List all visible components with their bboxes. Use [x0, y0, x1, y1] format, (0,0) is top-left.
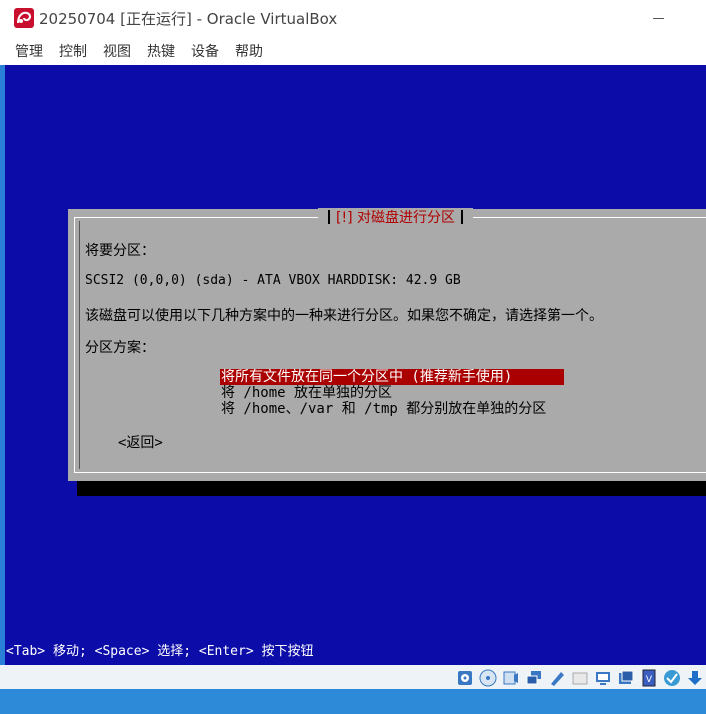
virtualbox-app-icon — [14, 8, 34, 28]
menu-devices[interactable]: 设备 — [190, 39, 220, 63]
scheme-option-all-in-one[interactable]: 将所有文件放在同一个分区中 (推荐新手使用) — [220, 369, 564, 385]
recording-icon[interactable] — [615, 667, 637, 689]
menu-manage[interactable]: 管理 — [14, 39, 44, 63]
back-button[interactable]: <返回> — [118, 432, 163, 452]
guest-additions-icon[interactable] — [661, 667, 683, 689]
network-icon[interactable] — [523, 667, 545, 689]
title-right-bar — [461, 210, 463, 224]
title-bar: 20250704 [正在运行] - Oracle VirtualBox — [0, 0, 706, 36]
usb-icon[interactable] — [546, 667, 568, 689]
scheme-option-separate-home-var-tmp[interactable]: 将 /home、/var 和 /tmp 都分别放在单独的分区 — [220, 401, 547, 417]
dialog-title: [!] 对磁盘进行分区 — [318, 208, 473, 226]
menu-hotkeys[interactable]: 热键 — [146, 39, 176, 63]
dialog-title-text: [!] 对磁盘进行分区 — [336, 210, 455, 226]
partition-dialog: [!] 对磁盘进行分区 将要分区： SCSI2 (0,0,0) (sda) - … — [68, 208, 706, 481]
desktop-bottom — [0, 689, 706, 714]
dialog-frame — [74, 217, 706, 473]
partition-description: 该磁盘可以使用以下几种方案中的一种来进行分区。如果您不确定，请选择第一个。 — [85, 308, 603, 324]
vt-x-icon[interactable]: V — [638, 667, 660, 689]
host-key-icon[interactable] — [684, 667, 706, 689]
audio-icon[interactable] — [500, 667, 522, 689]
hard-disk-icon[interactable] — [454, 667, 476, 689]
title-left-bar — [328, 210, 330, 224]
minimize-icon — [652, 17, 664, 19]
disk-info: SCSI2 (0,0,0) (sda) - ATA VBOX HARDDISK:… — [85, 273, 461, 288]
menu-help[interactable]: 帮助 — [234, 39, 264, 63]
shared-folders-icon[interactable] — [569, 667, 591, 689]
keyboard-hint: <Tab> 移动; <Space> 选择; <Enter> 按下按钮 — [6, 644, 314, 659]
svg-text:V: V — [646, 675, 653, 685]
display-icon[interactable] — [592, 667, 614, 689]
menu-view[interactable]: 视图 — [102, 39, 132, 63]
dialog-frame-inner — [79, 221, 706, 469]
window-title: 20250704 [正在运行] - Oracle VirtualBox — [39, 9, 338, 28]
menu-bar: 管理 控制 视图 热键 设备 帮助 — [0, 36, 706, 65]
optical-drive-icon[interactable] — [477, 667, 499, 689]
scheme-label: 分区方案： — [85, 340, 155, 356]
status-icons: V — [453, 667, 706, 689]
partition-label: 将要分区： — [85, 243, 155, 259]
scheme-option-separate-home[interactable]: 将 /home 放在单独的分区 — [220, 385, 393, 401]
menu-control[interactable]: 控制 — [58, 39, 88, 63]
minimize-button[interactable] — [640, 6, 676, 30]
virtualbox-window: 20250704 [正在运行] - Oracle VirtualBox 管理 控… — [0, 0, 706, 714]
